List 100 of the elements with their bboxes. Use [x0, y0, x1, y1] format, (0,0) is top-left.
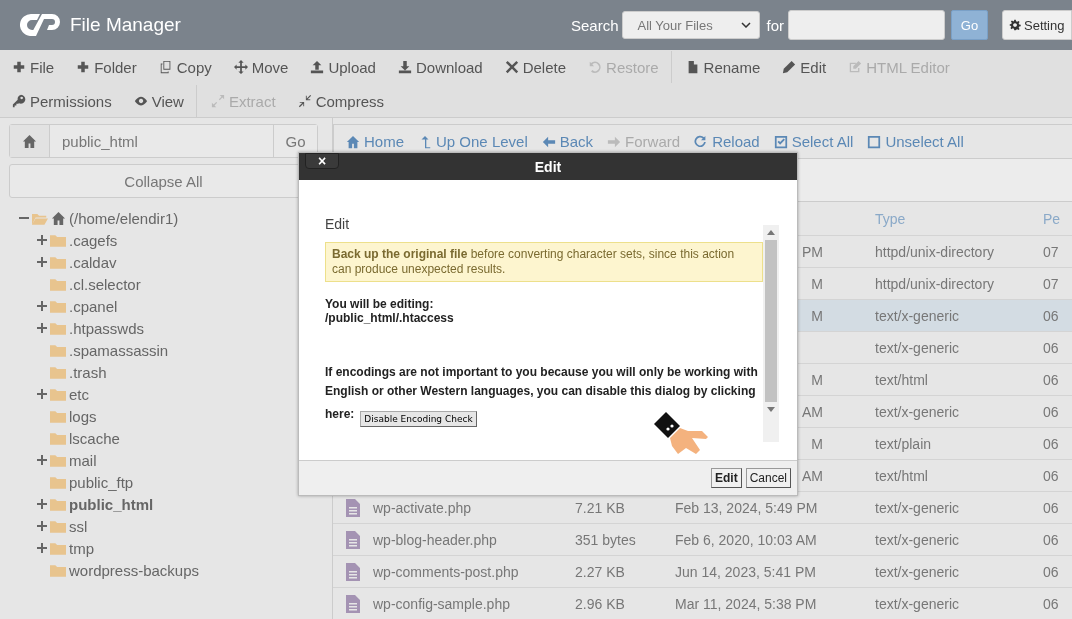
folder-icon [50, 255, 66, 269]
scrollbar[interactable] [763, 225, 779, 442]
toolbar-button[interactable]: Compress [289, 92, 392, 110]
table-row[interactable]: wp-comments-post.php 2.27 KB Jun 14, 2023, 5:41 PM text/x-generic 06 [333, 556, 1072, 588]
tree-item[interactable]: wordpress-backups [69, 561, 200, 579]
expand-icon[interactable] [37, 301, 47, 311]
for-label: for [766, 16, 784, 34]
plus-icon [76, 60, 91, 74]
toolbar-button[interactable]: Rename [677, 58, 769, 76]
search-field[interactable] [788, 10, 945, 40]
cancel-button[interactable]: Cancel [745, 468, 791, 488]
toolbar-button[interactable]: Delete [496, 58, 575, 76]
tree-item[interactable]: .spamassassin [69, 341, 169, 359]
expand-icon[interactable] [37, 257, 47, 267]
toolbar-button[interactable]: Permissions [4, 92, 120, 110]
expand-icon[interactable] [37, 455, 47, 465]
close-icon [504, 60, 519, 74]
folder-icon [50, 541, 66, 555]
permissions: 07 [1043, 243, 1059, 260]
tree-item[interactable]: .cpanel [69, 297, 118, 315]
edit-button[interactable]: Edit [710, 468, 742, 488]
nav-button[interactable]: Select All [767, 133, 860, 150]
open-folder-icon [32, 211, 48, 225]
permissions: 06 [1043, 307, 1059, 324]
scope-dropdown[interactable]: All Your Files [622, 11, 761, 39]
key-icon [12, 94, 26, 108]
file-size: 2.96 KB [575, 595, 625, 612]
scroll-up-icon[interactable] [767, 230, 775, 235]
nav-button[interactable]: Reload [688, 133, 766, 150]
file-icon [346, 562, 360, 581]
file-icon [346, 530, 360, 549]
tree-item[interactable]: (/home/elendir1) [69, 209, 179, 227]
folder-icon [50, 431, 66, 445]
tree-item[interactable]: public_ftp [69, 473, 134, 491]
scroll-down-icon[interactable] [767, 407, 775, 412]
permissions: 06 [1043, 467, 1059, 484]
nav-button[interactable]: Home [340, 133, 410, 150]
toolbar-button[interactable]: Move [225, 58, 297, 76]
expand-icon[interactable] [37, 323, 47, 333]
toolbar-button[interactable]: Upload [302, 58, 384, 76]
tree-item[interactable]: public_html [69, 495, 154, 513]
expand-icon[interactable] [37, 235, 47, 245]
toolbar-button[interactable]: Folder [68, 58, 145, 76]
right-arrow-icon [607, 134, 622, 149]
nav-button[interactable]: Unselect All [861, 133, 970, 150]
tree-item[interactable]: logs [69, 407, 97, 425]
folder-icon [50, 519, 66, 533]
toolbar-button[interactable]: Edit [774, 58, 835, 76]
modified-date: AM [802, 403, 823, 420]
checkbox-icon [867, 134, 882, 149]
expand-icon[interactable] [37, 521, 47, 531]
permissions: 06 [1043, 499, 1059, 516]
modified-date: Mar 11, 2024, 5:38 PM [675, 595, 817, 612]
modified-date: Jun 14, 2023, 5:41 PM [675, 563, 816, 580]
modified-date: M [811, 307, 823, 324]
toolbar-button[interactable]: Download [389, 58, 491, 76]
table-row[interactable]: wp-config-sample.php 2.96 KB Mar 11, 2024, 5:38 PM text/x-generic 06 [333, 588, 1072, 619]
expand-icon[interactable] [37, 389, 47, 399]
modified-date: AM [802, 467, 823, 484]
file-type: text/html [875, 371, 928, 388]
permissions: 06 [1043, 531, 1059, 548]
tree-item[interactable]: .cagefs [69, 231, 118, 249]
dialog-title: Edit [534, 158, 562, 175]
file-type: httpd/unix-directory [875, 243, 995, 260]
reload-icon [694, 134, 709, 149]
scrollbar-thumb[interactable] [765, 240, 777, 402]
permissions: 06 [1043, 435, 1059, 452]
toolbar-button[interactable]: File [4, 58, 63, 76]
tree-item[interactable]: lscache [69, 429, 120, 447]
disable-encoding-button[interactable]: Disable Encoding Check [360, 411, 477, 427]
file-icon [346, 498, 360, 517]
close-button[interactable]: × [305, 153, 339, 169]
tree-item[interactable]: mail [69, 451, 97, 469]
modified-date: PM [802, 243, 823, 260]
folder-icon [50, 321, 66, 335]
tree-item[interactable]: .cl.selector [69, 275, 141, 293]
tree-item[interactable]: etc [69, 385, 89, 403]
compress-icon [297, 94, 312, 108]
file-path: /public_html/.htaccess [325, 311, 455, 325]
tree-item[interactable]: .htpasswds [69, 319, 145, 337]
pencil-icon [782, 60, 797, 74]
modified-date: Feb 6, 2020, 10:03 AM [675, 531, 817, 548]
folder-icon [50, 365, 66, 379]
tree-item[interactable]: .trash [69, 363, 107, 381]
nav-button[interactable]: Back [535, 133, 600, 150]
modified-date: Feb 13, 2024, 5:49 PM [675, 499, 818, 516]
toolbar-button[interactable]: View [125, 92, 192, 110]
expand-icon[interactable] [37, 499, 47, 509]
expand-icon[interactable] [37, 543, 47, 553]
file-type: text/x-generic [875, 339, 960, 356]
toolbar-button[interactable]: Copy [150, 58, 220, 76]
folder-icon [50, 475, 66, 489]
tree-item[interactable]: ssl [69, 517, 88, 535]
tree-item[interactable]: .caldav [69, 253, 117, 271]
tree-item[interactable]: tmp [69, 539, 94, 557]
permissions: 07 [1043, 275, 1059, 292]
nav-button[interactable]: Up One Level [412, 133, 534, 150]
settings-button[interactable]: Setting [1002, 10, 1072, 40]
file-type: text/html [875, 467, 928, 484]
table-row[interactable]: wp-blog-header.php 351 bytes Feb 6, 2020, 10:03 AM text/x-generic 06 [333, 524, 1072, 556]
